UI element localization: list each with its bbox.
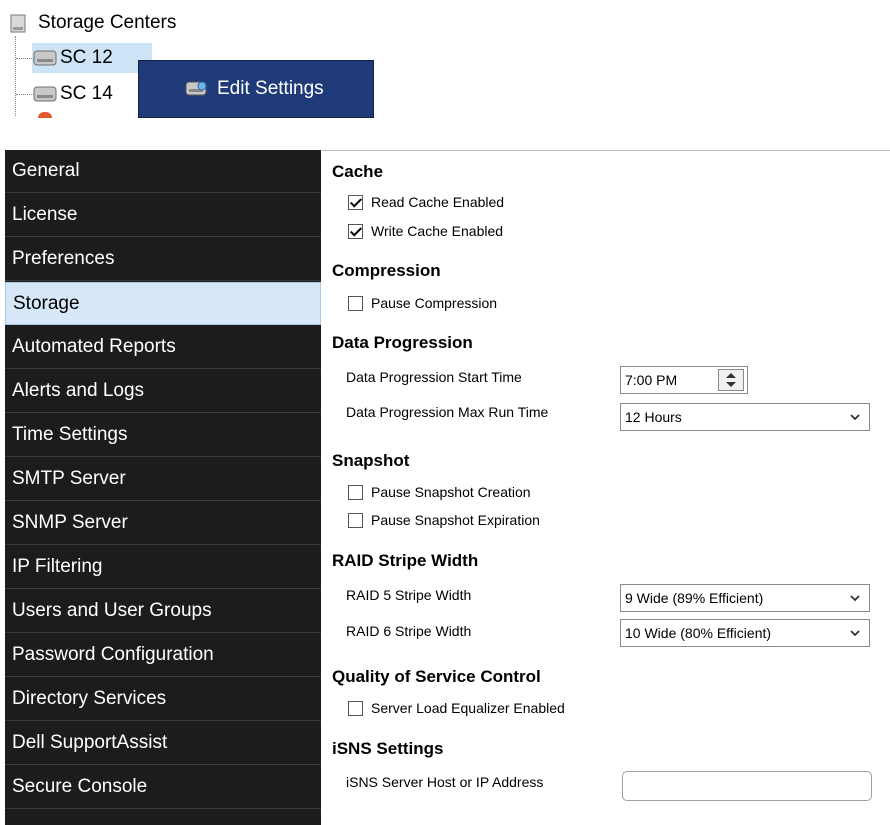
- nav-item-general[interactable]: General: [5, 150, 321, 193]
- tree-node-sc12[interactable]: SC 12: [32, 43, 152, 73]
- write-cache-label: Write Cache Enabled: [371, 223, 504, 239]
- nav-item-time-settings[interactable]: Time Settings: [5, 414, 321, 457]
- nav-item-automated-reports[interactable]: Automated Reports: [5, 326, 321, 369]
- section-title-data-progression: Data Progression: [332, 333, 473, 352]
- tree-root-storage-centers[interactable]: Storage Centers: [8, 10, 176, 36]
- pause-snapshot-creation-label: Pause Snapshot Creation: [371, 484, 531, 500]
- pause-snapshot-expiration-checkbox[interactable]: [348, 512, 363, 528]
- nav-item-smtp-server[interactable]: SMTP Server: [5, 458, 321, 501]
- server-load-equalizer-row[interactable]: Server Load Equalizer Enabled: [348, 700, 565, 716]
- chevron-down-icon: [850, 630, 860, 637]
- context-menu: Edit Settings: [138, 60, 374, 118]
- write-cache-checkbox-row[interactable]: Write Cache Enabled: [348, 223, 503, 239]
- write-cache-checkbox[interactable]: [348, 223, 363, 239]
- section-title-snapshot: Snapshot: [332, 451, 410, 470]
- read-cache-checkbox[interactable]: [348, 194, 363, 210]
- nav-item-preferences[interactable]: Preferences: [5, 238, 321, 281]
- tree-node-label: SC 14: [60, 83, 113, 104]
- storage-disk-icon: [8, 12, 30, 34]
- section-title-qos: Quality of Service Control: [332, 667, 541, 686]
- pause-compression-label: Pause Compression: [371, 295, 498, 311]
- nav-item-ip-filtering[interactable]: IP Filtering: [5, 546, 321, 589]
- pause-snapshot-expiration-row[interactable]: Pause Snapshot Expiration: [348, 512, 540, 528]
- settings-nav: General License Preferences Storage Auto…: [5, 150, 321, 825]
- nav-item-password-configuration[interactable]: Password Configuration: [5, 634, 321, 677]
- spinner-buttons[interactable]: [718, 369, 744, 391]
- tree-node-sc14[interactable]: SC 14: [32, 79, 113, 109]
- storage-center-icon: [32, 47, 57, 69]
- raid5-label: RAID 5 Stripe Width: [346, 587, 472, 603]
- storage-center-icon: [32, 83, 57, 105]
- dp-max-run-select[interactable]: 12 Hours: [620, 403, 870, 431]
- nav-item-snmp-server[interactable]: SNMP Server: [5, 502, 321, 545]
- edit-settings-menu-item[interactable]: Edit Settings: [217, 78, 324, 100]
- nav-item-users-and-user-groups[interactable]: Users and User Groups: [5, 590, 321, 633]
- dp-start-time-spinner[interactable]: 7:00 PM: [620, 366, 748, 394]
- read-cache-checkbox-row[interactable]: Read Cache Enabled: [348, 194, 504, 210]
- tree-connector: [15, 36, 16, 116]
- isns-host-label: iSNS Server Host or IP Address: [346, 774, 544, 790]
- nav-item-dell-supportassist[interactable]: Dell SupportAssist: [5, 722, 321, 765]
- chevron-down-icon: [850, 414, 860, 421]
- section-title-isns: iSNS Settings: [332, 739, 444, 758]
- dp-max-run-label: Data Progression Max Run Time: [346, 404, 549, 420]
- raid5-value: 9 Wide (89% Efficient): [625, 590, 764, 606]
- isns-host-input[interactable]: [622, 771, 872, 801]
- edit-settings-icon: [185, 78, 207, 100]
- chevron-down-icon: [850, 595, 860, 602]
- raid5-stripe-select[interactable]: 9 Wide (89% Efficient): [620, 584, 870, 612]
- server-load-equalizer-checkbox[interactable]: [348, 700, 363, 716]
- nav-item-alerts-and-logs[interactable]: Alerts and Logs: [5, 370, 321, 413]
- nav-item-license[interactable]: License: [5, 194, 321, 237]
- section-title-cache: Cache: [332, 162, 384, 181]
- dp-start-time-label: Data Progression Start Time: [346, 369, 522, 385]
- status-alert-icon: [38, 112, 52, 118]
- spinner-up-icon[interactable]: [726, 373, 736, 378]
- dp-max-run-value: 12 Hours: [625, 409, 682, 425]
- pause-snapshot-creation-row[interactable]: Pause Snapshot Creation: [348, 484, 531, 500]
- raid6-value: 10 Wide (80% Efficient): [625, 625, 772, 641]
- spinner-down-icon[interactable]: [726, 382, 736, 387]
- pause-compression-checkbox[interactable]: [348, 295, 363, 311]
- read-cache-label: Read Cache Enabled: [371, 194, 505, 210]
- pause-snapshot-creation-checkbox[interactable]: [348, 484, 363, 500]
- pause-compression-checkbox-row[interactable]: Pause Compression: [348, 295, 497, 311]
- nav-item-storage[interactable]: Storage: [5, 282, 321, 325]
- pause-snapshot-expiration-label: Pause Snapshot Expiration: [371, 512, 540, 528]
- dp-start-time-value: 7:00 PM: [625, 372, 678, 388]
- raid6-label: RAID 6 Stripe Width: [346, 623, 472, 639]
- raid6-stripe-select[interactable]: 10 Wide (80% Efficient): [620, 619, 870, 647]
- tree-root-label: Storage Centers: [38, 12, 177, 33]
- nav-item-directory-services[interactable]: Directory Services: [5, 678, 321, 721]
- tree-node-label: SC 12: [60, 47, 113, 68]
- server-load-equalizer-label: Server Load Equalizer Enabled: [371, 700, 565, 716]
- section-title-compression: Compression: [332, 261, 441, 280]
- section-title-raid-stripe-width: RAID Stripe Width: [332, 551, 479, 570]
- divider: [322, 150, 890, 151]
- nav-item-secure-console[interactable]: Secure Console: [5, 766, 321, 809]
